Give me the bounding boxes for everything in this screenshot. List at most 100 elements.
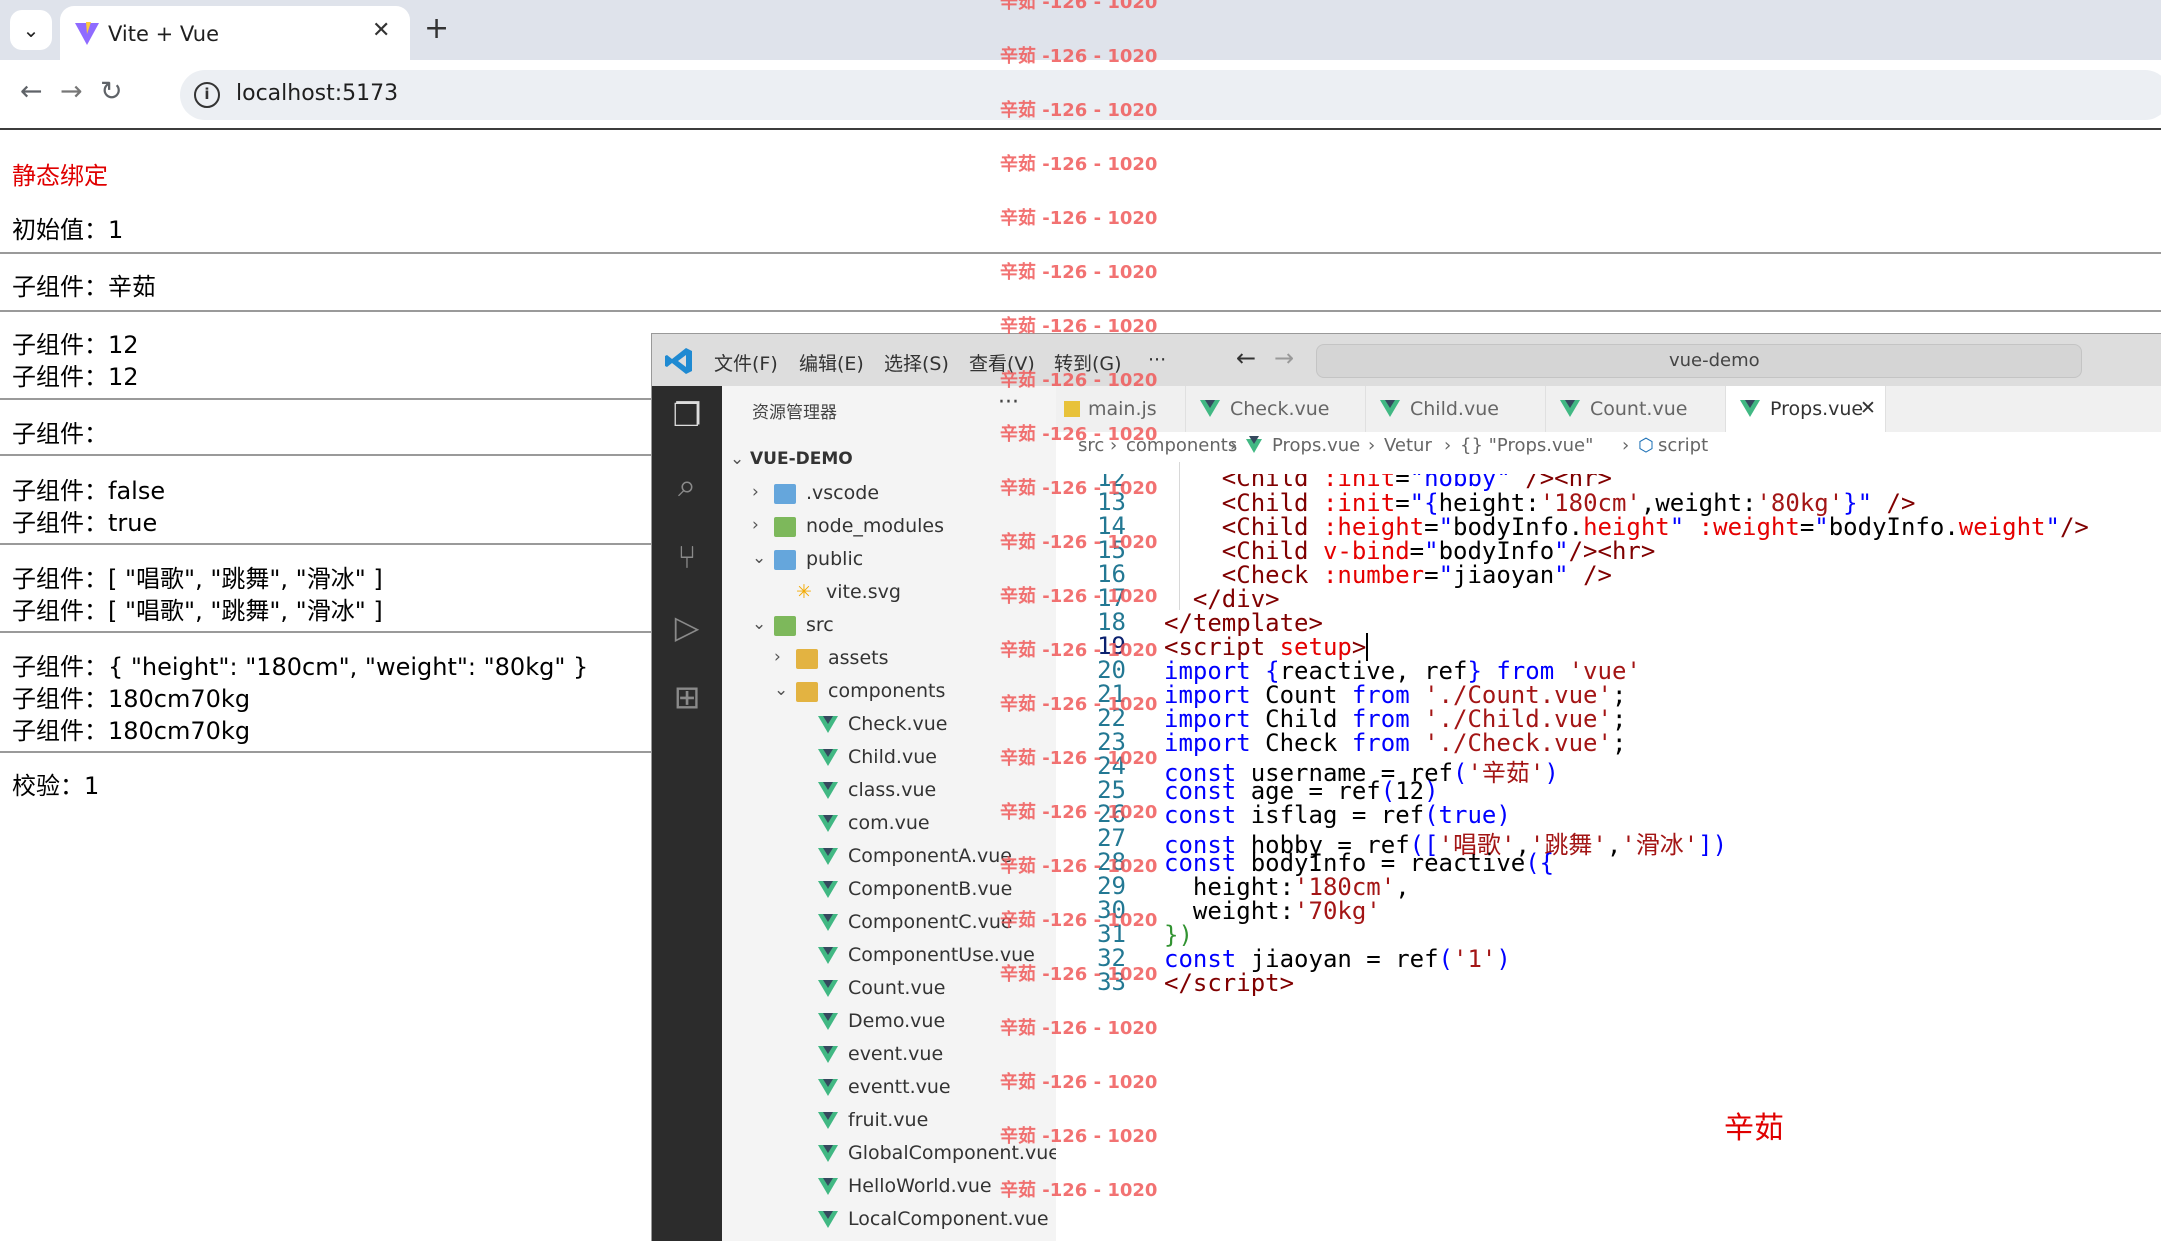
text-line: 子组件：辛茹 (12, 273, 156, 301)
nav-back-icon[interactable]: ← (1236, 344, 1256, 372)
tab-close-icon[interactable]: ✕ (1860, 397, 1876, 419)
watermark-text: 辛茹 -126 - 1020 (1000, 802, 1158, 823)
watermark-text: 辛茹 -126 - 1020 (1000, 694, 1158, 715)
forward-icon[interactable]: → (60, 76, 83, 107)
text-line: 子组件：{ "height": "180cm", "weight": "80kg… (12, 653, 589, 681)
vue-file-icon (818, 947, 838, 964)
breadcrumb-item[interactable]: Vetur (1384, 435, 1432, 456)
text-line: 子组件：180cm70kg (12, 685, 251, 713)
breadcrumb: src › components › Props.vue › Vetur › {… (1056, 432, 2161, 462)
tree-item-label: LocalComponent.vue (848, 1208, 1049, 1230)
chevron-right-icon: › (1622, 435, 1630, 456)
tree-item-label: ComponentB.vue (848, 878, 1013, 900)
watermark-text: 辛茹 -126 - 1020 (1000, 208, 1158, 229)
vue-file-icon (818, 716, 838, 733)
chevron-right-icon: › (774, 647, 781, 667)
extensions-icon[interactable]: ⊞ (668, 678, 706, 716)
vscode-titlebar: 文件(F) 编辑(E) 选择(S) 查看(V) 转到(G) ··· ← → vu… (652, 334, 2161, 386)
tab-child-vue[interactable]: Child.vue (1366, 386, 1546, 432)
text-line: 子组件：12 (12, 363, 139, 391)
vue-file-icon (818, 1079, 838, 1096)
address-bar[interactable]: i localhost:5173 (180, 70, 2161, 120)
text-line: 子组件：[ "唱歌", "跳舞", "滑冰" ] (12, 597, 383, 625)
run-debug-icon[interactable]: ▷ (668, 608, 706, 646)
new-tab-button[interactable]: + (424, 12, 449, 46)
chevron-down-icon: ⌄ (752, 548, 767, 568)
browser-tab[interactable]: Vite + Vue ✕ (60, 6, 410, 60)
command-center-label: vue-demo (1669, 350, 1760, 371)
text-line: 子组件：[ "唱歌", "跳舞", "滑冰" ] (12, 565, 383, 593)
vscode-window: 文件(F) 编辑(E) 选择(S) 查看(V) 转到(G) ··· ← → vu… (651, 333, 2161, 1241)
menu-edit[interactable]: 编辑(E) (799, 349, 864, 376)
nav-forward-icon[interactable]: → (1274, 344, 1294, 372)
folder-icon (796, 649, 818, 669)
tab-search-button[interactable]: ⌄ (10, 10, 52, 50)
tree-item-label: public (806, 548, 864, 570)
watermark-text: 辛茹 -126 - 1020 (1000, 964, 1158, 985)
watermark-text: 辛茹 -126 - 1020 (1000, 46, 1158, 67)
watermark-text: 辛茹 -126 - 1020 (1000, 910, 1158, 931)
tree-item-label: node_modules (806, 515, 945, 537)
text-line: 子组件：180cm70kg (12, 717, 251, 745)
js-file-icon (1064, 401, 1080, 417)
breadcrumb-item[interactable]: script (1658, 435, 1708, 456)
tree-item-label: .vscode (806, 482, 880, 504)
menu-file[interactable]: 文件(F) (714, 349, 778, 376)
chevron-right-icon: › (1368, 435, 1376, 456)
tree-item-label: eventt.vue (848, 1076, 951, 1098)
tab-label: Check.vue (1230, 398, 1330, 420)
editor-tabs: main.js Check.vue Child.vue Count.vue Pr… (1056, 386, 2161, 432)
activity-bar: ❐ ⌕ ⑂ ▷ ⊞ (652, 386, 722, 1241)
watermark-text: 辛茹 -126 - 1020 (1000, 370, 1158, 391)
watermark-text: 辛茹 -126 - 1020 (1000, 640, 1158, 661)
vue-file-icon (818, 980, 838, 997)
reload-icon[interactable]: ↻ (100, 76, 123, 107)
explorer-more-icon[interactable]: ··· (998, 390, 1019, 415)
watermark-text: 辛茹 -126 - 1020 (1000, 1072, 1158, 1093)
code-editor[interactable]: 12 13 14 15 16 17 18 19 20 21 22 23 24 25 26 27 28 29 30 31… (1056, 462, 2161, 1241)
chevron-down-icon: ⌄ (730, 449, 745, 469)
vue-file-icon (818, 1178, 838, 1195)
site-info-icon[interactable]: i (194, 82, 220, 108)
tree-item-label: Check.vue (848, 713, 948, 735)
tree-item-label: Demo.vue (848, 1010, 946, 1032)
tab-check-vue[interactable]: Check.vue (1186, 386, 1366, 432)
tab-props-vue[interactable]: Props.vue ✕ (1726, 386, 1886, 432)
chevron-down-icon: ⌄ (22, 18, 40, 42)
watermark-text: 辛茹 -126 - 1020 (1000, 748, 1158, 769)
search-icon[interactable]: ⌕ (668, 466, 706, 504)
tree-item-label: Child.vue (848, 746, 937, 768)
tree-item[interactable]: ComponentB.vue (722, 875, 1056, 908)
text-line: 子组件：false (12, 477, 166, 505)
divider (0, 252, 2161, 254)
watermark-text: 辛茹 -126 - 1020 (1000, 100, 1158, 121)
vue-file-icon (818, 1145, 838, 1162)
explorer-icon[interactable]: ❐ (668, 396, 706, 434)
command-center[interactable]: vue-demo (1316, 344, 2082, 378)
tree-item[interactable]: LocalComponent.vue (722, 1205, 1056, 1238)
watermark-text: 辛茹 -126 - 1020 (1000, 262, 1158, 283)
vue-file-icon (818, 749, 838, 766)
vue-file-icon (818, 815, 838, 832)
source-control-icon[interactable]: ⑂ (668, 538, 706, 576)
heading-static-binding: 静态绑定 (12, 162, 108, 190)
text-line: 子组件：true (12, 509, 158, 537)
vue-file-icon (818, 1046, 838, 1063)
vue-file-icon (1740, 400, 1760, 417)
explorer-title: 资源管理器 (752, 403, 837, 423)
tree-item-label: assets (828, 647, 889, 669)
url-text: localhost:5173 (236, 81, 399, 106)
tab-close-icon[interactable]: ✕ (372, 18, 390, 43)
breadcrumb-item[interactable]: {} "Props.vue" (1460, 435, 1593, 456)
text-line: 子组件： (12, 420, 108, 448)
watermark-text: 辛茹 -126 - 1020 (1000, 478, 1158, 499)
tab-count-vue[interactable]: Count.vue (1546, 386, 1726, 432)
folder-icon (796, 682, 818, 702)
back-icon[interactable]: ← (20, 76, 43, 107)
watermark-text: 辛茹 -126 - 1020 (1000, 154, 1158, 175)
watermark-text: 辛茹 -126 - 1020 (1000, 1180, 1158, 1201)
menu-selection[interactable]: 选择(S) (884, 349, 949, 376)
breadcrumb-item[interactable]: Props.vue (1272, 435, 1360, 456)
svg-file-icon: ✳ (796, 581, 812, 603)
tree-item-label: com.vue (848, 812, 930, 834)
